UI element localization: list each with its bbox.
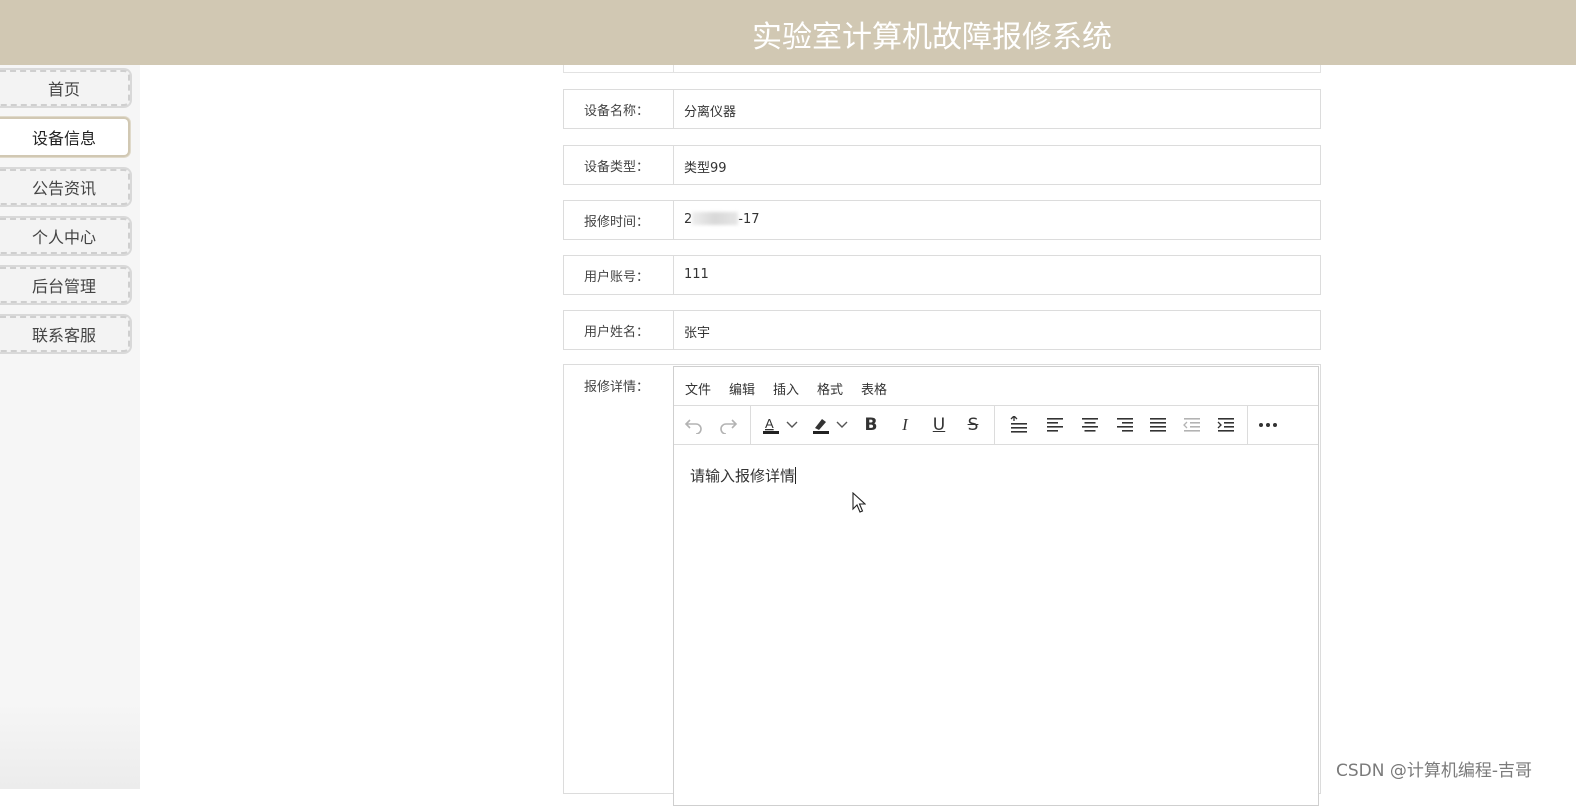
indent-icon[interactable] <box>1214 414 1238 436</box>
strikethrough-icon[interactable]: S <box>961 414 985 436</box>
form-row-repair-details: 报修详情： 文件 编辑 插入 格式 表格 A B I U S 请输入报修详情 <box>563 364 1321 806</box>
nav-personal-center[interactable]: 个人中心 <box>0 218 130 254</box>
form-row-user-account: 用户账号： 111 <box>563 255 1321 295</box>
menu-format[interactable]: 格式 <box>817 379 843 398</box>
user-name-label: 用户姓名： <box>584 325 650 340</box>
repair-time-value: 2 -17 <box>684 212 760 227</box>
menu-table[interactable]: 表格 <box>861 379 887 398</box>
highlight-color-icon[interactable] <box>809 414 833 436</box>
repair-time-label: 报修时间： <box>584 215 650 230</box>
nav-device-info[interactable]: 设备信息 <box>0 117 130 157</box>
redacted-blur <box>692 212 739 225</box>
watermark: CSDN @计算机编程-吉哥 <box>1336 761 1533 781</box>
sidebar: 首页 设备信息 公告资讯 个人中心 后台管理 联系客服 <box>0 65 140 789</box>
device-name-value: 分离仪器 <box>684 105 737 120</box>
editor-text: 请输入报修详情 <box>690 465 797 486</box>
divider <box>673 65 674 73</box>
user-name-value: 张宇 <box>684 326 711 341</box>
outdent-icon[interactable] <box>1180 414 1204 436</box>
repair-time-suffix: -17 <box>738 212 760 227</box>
nav-announcements[interactable]: 公告资讯 <box>0 169 130 205</box>
user-account-label: 用户账号： <box>584 270 650 285</box>
menu-edit[interactable]: 编辑 <box>729 379 755 398</box>
more-icon[interactable] <box>1256 414 1280 436</box>
device-type-label: 设备类型： <box>584 160 650 175</box>
editor-content-area[interactable]: 请输入报修详情 <box>674 445 1318 785</box>
separator <box>1247 406 1248 444</box>
editor-menubar: 文件 编辑 插入 格式 表格 <box>674 367 1318 406</box>
underline-icon[interactable]: U <box>927 414 951 436</box>
system-title: 实验室计算机故障报修系统 <box>752 20 1112 55</box>
user-account-value: 111 <box>684 267 709 282</box>
chevron-down-icon[interactable] <box>784 414 800 436</box>
redo-icon[interactable] <box>716 414 740 436</box>
mouse-pointer-icon <box>852 491 867 518</box>
user-name-field[interactable]: 张宇 <box>673 311 1320 349</box>
nav-home[interactable]: 首页 <box>0 70 130 106</box>
separator <box>750 406 751 444</box>
align-justify-icon[interactable] <box>1146 414 1170 436</box>
chevron-down-icon[interactable] <box>834 414 850 436</box>
repair-time-field[interactable]: 2 -17 <box>673 201 1320 239</box>
form-row-repair-time: 报修时间： 2 -17 <box>563 200 1321 240</box>
nav-customer-service[interactable]: 联系客服 <box>0 316 130 352</box>
form-row-user-name: 用户姓名： 张宇 <box>563 310 1321 350</box>
repair-time-prefix: 2 <box>684 212 693 227</box>
text-caret <box>795 467 797 484</box>
italic-icon[interactable]: I <box>893 414 917 436</box>
align-center-icon[interactable] <box>1078 414 1102 436</box>
editor-text-value: 请输入报修详情 <box>690 467 796 485</box>
device-name-label: 设备名称： <box>584 104 650 119</box>
repair-details-label: 报修详情： <box>584 380 650 395</box>
separator <box>994 406 995 444</box>
line-height-icon[interactable] <box>1007 414 1031 436</box>
device-name-field[interactable]: 分离仪器 <box>673 90 1320 128</box>
editor-toolbar: A B I U S <box>674 406 1318 445</box>
undo-icon[interactable] <box>682 414 706 436</box>
menu-file[interactable]: 文件 <box>685 379 711 398</box>
align-right-icon[interactable] <box>1113 414 1137 436</box>
form-row-device-name: 设备名称： 分离仪器 <box>563 89 1321 129</box>
nav-admin[interactable]: 后台管理 <box>0 267 130 303</box>
device-type-field[interactable]: 类型99 <box>673 146 1320 184</box>
header-bar: 实验室计算机故障报修系统 <box>0 0 1576 65</box>
menu-insert[interactable]: 插入 <box>773 379 799 398</box>
device-type-value: 类型99 <box>684 161 727 176</box>
form-row-device-type: 设备类型： 类型99 <box>563 145 1321 185</box>
align-left-icon[interactable] <box>1043 414 1067 436</box>
form-row-partial <box>563 65 1321 73</box>
user-account-field[interactable]: 111 <box>673 256 1320 294</box>
svg-text:A: A <box>765 416 774 431</box>
rich-text-editor: 文件 编辑 插入 格式 表格 A B I U S 请输入报修详情 <box>673 366 1319 806</box>
bold-icon[interactable]: B <box>859 414 883 436</box>
text-color-icon[interactable]: A <box>759 414 783 436</box>
